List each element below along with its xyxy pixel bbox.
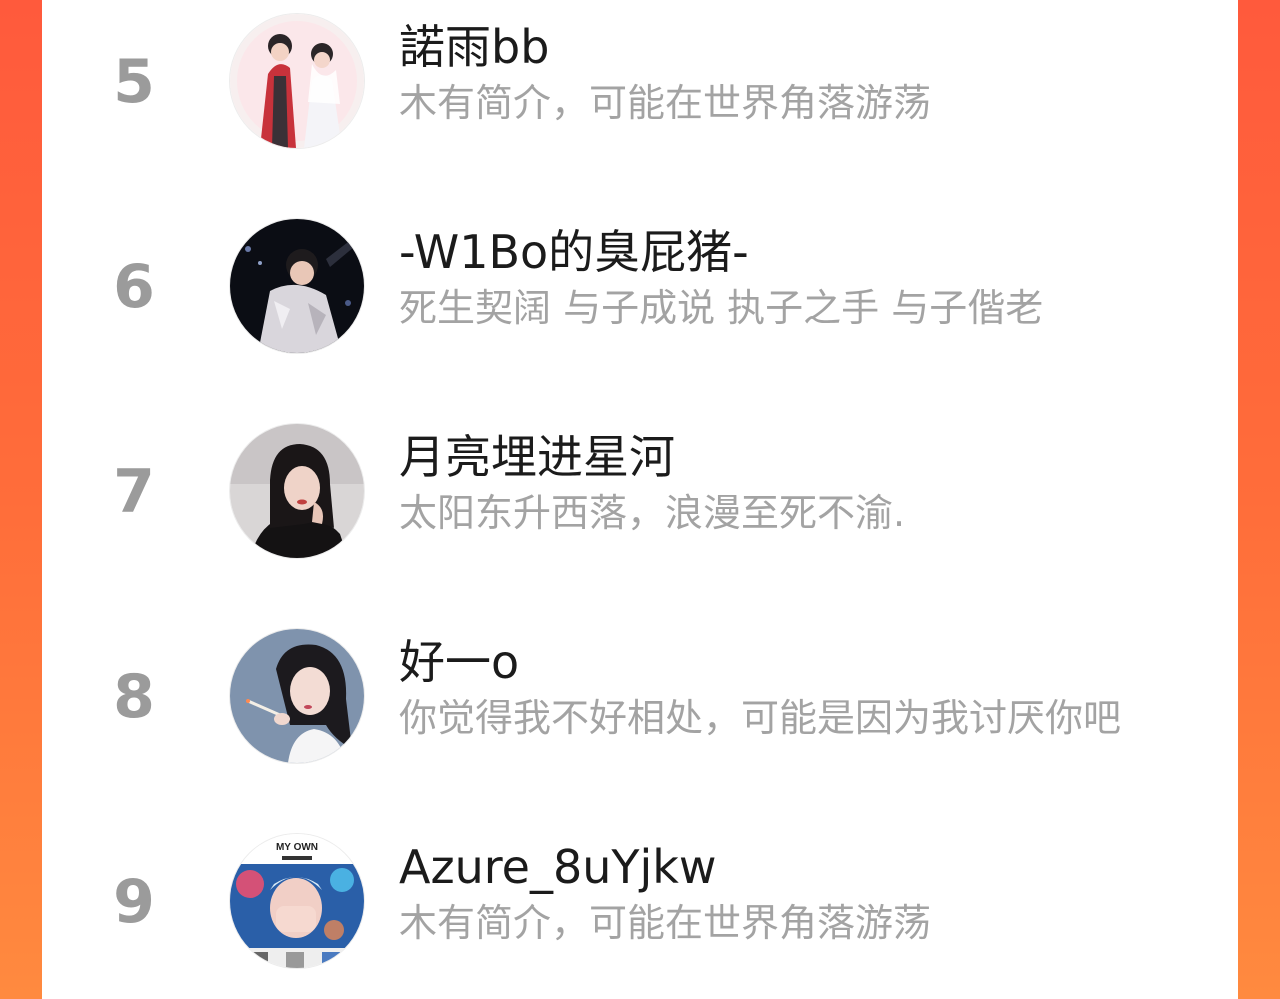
woman-photo-avatar-icon (230, 424, 364, 558)
user-bio: 死生契阔 与子成说 执子之手 与子偕老 (399, 286, 1044, 330)
ranking-list-item[interactable]: 7 月亮埋进星河 太阳东升西落，浪漫至死不渝. (42, 410, 1238, 615)
rank-number: 5 (113, 47, 155, 117)
ranking-list-card[interactable]: 5 諾雨bb 木有简介，可能在世界角落游荡 6 -W1Bo的臭屁猪- 死生契阔 … (42, 0, 1238, 999)
couple-illustration-avatar-icon (230, 14, 364, 148)
my-own-poster-avatar-icon: MY OWN (230, 834, 364, 968)
user-bio: 太阳东升西落，浪漫至死不渝. (399, 491, 906, 535)
user-name[interactable]: 諾雨bb (399, 20, 549, 74)
rank-number: 8 (113, 662, 155, 732)
user-avatar[interactable]: MY OWN (230, 834, 364, 968)
user-bio: 木有简介，可能在世界角落游荡 (399, 81, 932, 125)
ranking-list-item[interactable]: 8 好一o 你觉得我不好相处，可能是因为我讨厌你吧 (42, 615, 1238, 820)
performer-photo-avatar-icon (230, 219, 364, 353)
user-name[interactable]: Azure_8uYjkw (399, 840, 717, 894)
user-avatar[interactable] (230, 424, 364, 558)
ranking-list-item[interactable]: 9 MY OWN Azure_8uYjkw 木有简介，可能在世界角落游荡 (42, 820, 1238, 999)
girl-illustration-avatar-icon (230, 629, 364, 763)
user-bio: 木有简介，可能在世界角落游荡 (399, 901, 932, 945)
user-name[interactable]: 月亮埋进星河 (399, 430, 675, 484)
user-avatar[interactable] (230, 14, 364, 148)
user-bio: 你觉得我不好相处，可能是因为我讨厌你吧 (399, 696, 1122, 740)
ranking-list-item[interactable]: 6 -W1Bo的臭屁猪- 死生契阔 与子成说 执子之手 与子偕老 (42, 205, 1238, 410)
user-avatar[interactable] (230, 219, 364, 353)
ranking-list-item[interactable]: 5 諾雨bb 木有简介，可能在世界角落游荡 (42, 0, 1238, 205)
user-name[interactable]: 好一o (399, 635, 519, 689)
user-name[interactable]: -W1Bo的臭屁猪- (399, 225, 749, 279)
poster-title-text: MY OWN (276, 842, 318, 853)
rank-number: 9 (113, 867, 155, 937)
ranking-page-background: 5 諾雨bb 木有简介，可能在世界角落游荡 6 -W1Bo的臭屁猪- 死生契阔 … (0, 0, 1280, 999)
user-avatar[interactable] (230, 629, 364, 763)
rank-number: 7 (113, 457, 155, 527)
rank-number: 6 (113, 252, 155, 322)
